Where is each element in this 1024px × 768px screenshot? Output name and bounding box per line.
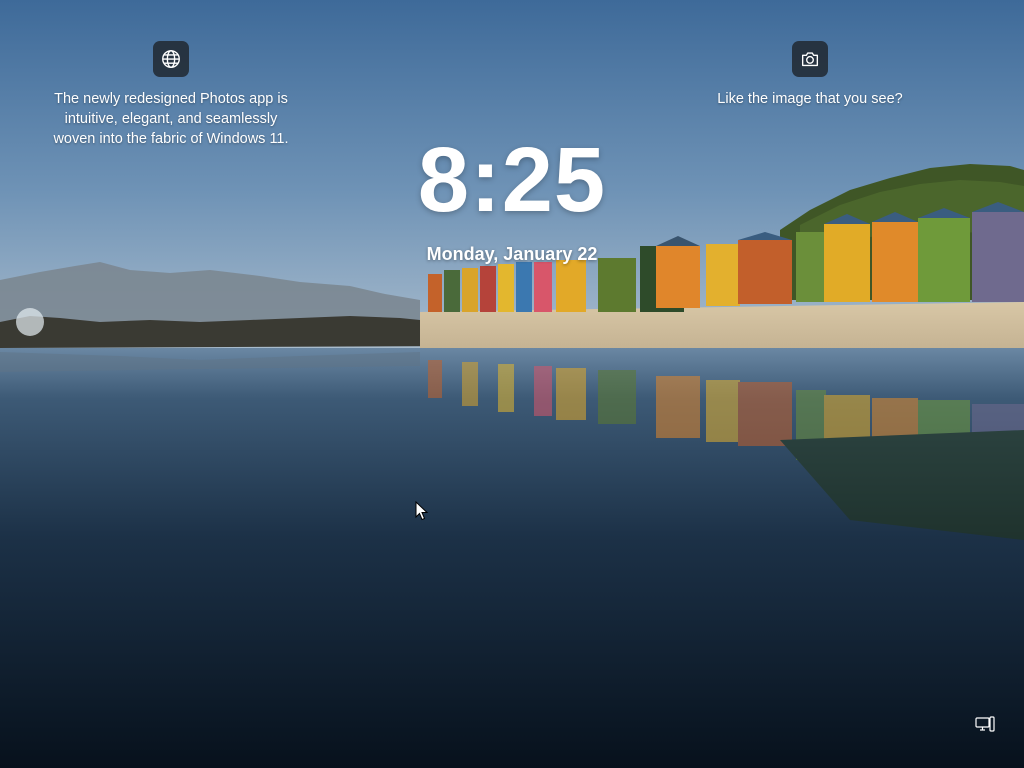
- lock-screen[interactable]: The newly redesigned Photos app is intui…: [0, 0, 1024, 768]
- spotlight-line-2: intuitive, elegant, and seamlessly: [64, 111, 278, 127]
- like-image-prompt[interactable]: Like the image that you see?: [717, 89, 902, 109]
- spotlight-card-photos[interactable]: The newly redesigned Photos app is intui…: [40, 41, 302, 149]
- camera-icon: [801, 52, 819, 67]
- camera-icon-button[interactable]: [792, 41, 828, 77]
- network-icon[interactable]: [975, 716, 995, 734]
- spotlight-card-like-image[interactable]: Like the image that you see?: [700, 41, 920, 109]
- globe-icon: [162, 50, 180, 68]
- spotlight-description[interactable]: The newly redesigned Photos app is intui…: [53, 89, 288, 149]
- globe-icon-button[interactable]: [153, 41, 189, 77]
- spotlight-line-3: woven into the fabric of Windows 11.: [53, 131, 289, 147]
- lockscreen-date: Monday, January 22: [426, 244, 598, 264]
- spotlight-line-1: The newly redesigned Photos app is: [54, 91, 288, 107]
- lockscreen-clock: 8:25: [417, 129, 607, 231]
